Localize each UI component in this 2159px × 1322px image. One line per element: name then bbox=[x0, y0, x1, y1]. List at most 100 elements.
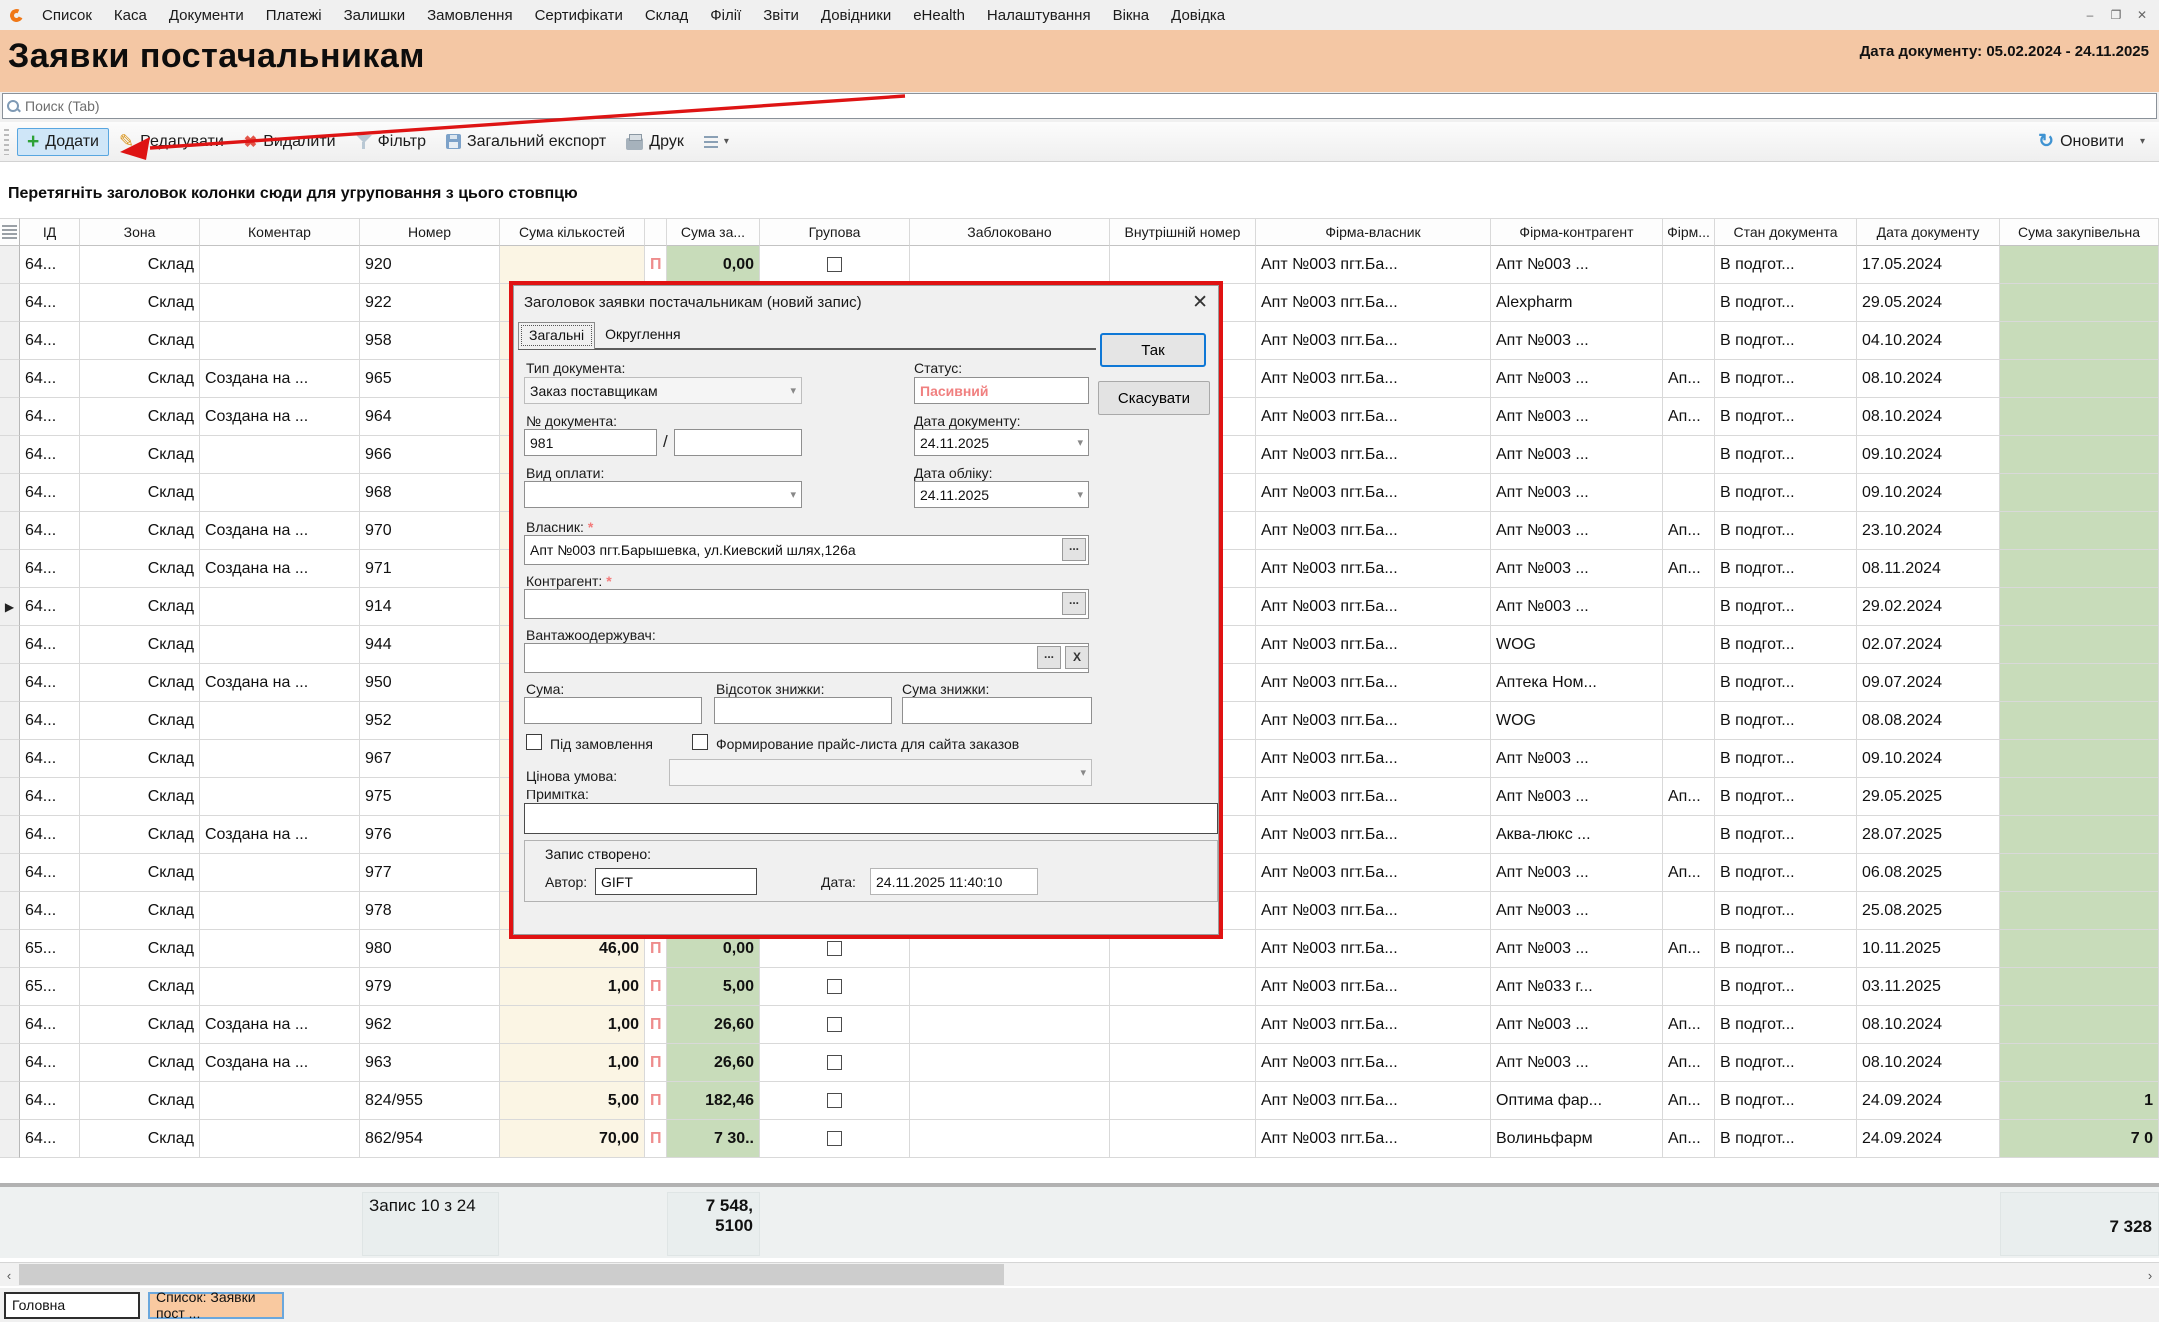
doc-number-suffix-input[interactable] bbox=[674, 429, 802, 456]
table-row[interactable]: ▶ 65... Склад 979 1,00 П 5,00 Апт №003 п… bbox=[0, 968, 2159, 1006]
sum-input[interactable] bbox=[524, 697, 702, 724]
table-row[interactable]: ▶ 64... Склад 920 П 0,00 Апт №003 пгт.Ба… bbox=[0, 246, 2159, 284]
cell-comment bbox=[200, 778, 360, 816]
column-header-sum[interactable]: Сума за... bbox=[667, 218, 760, 246]
under-order-checkbox[interactable] bbox=[526, 734, 542, 750]
discount-sum-input[interactable] bbox=[902, 697, 1092, 724]
cell-contragent-firm: Апт №003 ... bbox=[1491, 322, 1663, 360]
menu-item[interactable]: Філії bbox=[699, 7, 752, 24]
column-header-purchase-sum[interactable]: Сума закупівельна bbox=[2000, 218, 2159, 246]
account-date-dropdown[interactable]: 24.11.2025 bbox=[914, 481, 1089, 508]
tab-rounding[interactable]: Округлення bbox=[595, 322, 690, 349]
refresh-button[interactable]: ↻Оновити bbox=[2028, 125, 2134, 158]
search-box[interactable] bbox=[2, 93, 2157, 119]
group-checkbox[interactable] bbox=[827, 979, 842, 994]
columns-button[interactable]: ▾ bbox=[694, 131, 739, 153]
menu-item[interactable]: Довідка bbox=[1160, 7, 1236, 24]
horizontal-scrollbar[interactable]: ‹ › bbox=[0, 1262, 2159, 1286]
refresh-chevron-icon[interactable]: ▾ bbox=[2140, 136, 2145, 147]
table-row[interactable]: ▶ 64... Склад Создана на ... 962 1,00 П … bbox=[0, 1006, 2159, 1044]
discount-pct-input[interactable] bbox=[714, 697, 892, 724]
menu-item[interactable]: Довідники bbox=[810, 7, 902, 24]
select-all-gutter[interactable] bbox=[0, 218, 20, 246]
contragent-input[interactable] bbox=[524, 589, 1089, 619]
scrollbar-thumb[interactable] bbox=[19, 1264, 1004, 1285]
add-button[interactable]: +Додати bbox=[17, 128, 109, 156]
restore-icon[interactable]: ❐ bbox=[2105, 6, 2127, 24]
taskbar-home-button[interactable]: Головна bbox=[4, 1292, 140, 1319]
cell-contragent-firm: WOG bbox=[1491, 702, 1663, 740]
column-header-firm3[interactable]: Фірм... bbox=[1663, 218, 1715, 246]
group-checkbox[interactable] bbox=[827, 1055, 842, 1070]
edit-button[interactable]: ✎Редагувати bbox=[109, 126, 234, 157]
table-row[interactable]: ▶ 64... Склад Создана на ... 963 1,00 П … bbox=[0, 1044, 2159, 1082]
dialog-close-icon[interactable]: ✕ bbox=[1192, 291, 1208, 314]
menu-item[interactable]: Налаштування bbox=[976, 7, 1102, 24]
tab-general[interactable]: Загальні bbox=[518, 322, 595, 349]
group-checkbox[interactable] bbox=[827, 941, 842, 956]
menu-item[interactable]: eHealth bbox=[902, 7, 976, 24]
owner-browse-button[interactable]: ... bbox=[1062, 538, 1086, 561]
taskbar-active-tab[interactable]: Список: Заявки пост ... bbox=[148, 1292, 284, 1319]
column-header-number[interactable]: Номер bbox=[360, 218, 500, 246]
menu-item[interactable]: Звіти bbox=[752, 7, 810, 24]
price-list-checkbox[interactable] bbox=[692, 734, 708, 750]
menu-item[interactable]: Список bbox=[31, 7, 103, 24]
menu-item[interactable]: Сертифікати bbox=[524, 7, 634, 24]
menu-item[interactable]: Залишки bbox=[333, 7, 417, 24]
column-header-owner-firm[interactable]: Фірма-власник bbox=[1256, 218, 1491, 246]
export-button[interactable]: Загальний експорт bbox=[436, 128, 616, 156]
menu-item[interactable]: Замовлення bbox=[416, 7, 523, 24]
column-header-group[interactable]: Групова bbox=[760, 218, 910, 246]
column-header-blocked[interactable]: Заблоковано bbox=[910, 218, 1110, 246]
menu-item[interactable]: Вікна bbox=[1102, 7, 1161, 24]
cell-doc-state: В подгот... bbox=[1715, 512, 1857, 550]
cell-owner-firm: Апт №003 пгт.Ба... bbox=[1256, 246, 1491, 284]
close-icon[interactable]: ✕ bbox=[2131, 6, 2153, 24]
column-header-p[interactable] bbox=[645, 218, 667, 246]
group-by-panel[interactable]: Перетягніть заголовок колонки сюди для у… bbox=[0, 163, 2159, 218]
search-input[interactable] bbox=[25, 98, 2156, 114]
group-checkbox[interactable] bbox=[827, 257, 842, 272]
filter-button[interactable]: Фільтр bbox=[346, 128, 436, 156]
price-condition-combobox[interactable] bbox=[669, 759, 1092, 786]
minimize-icon[interactable]: – bbox=[2079, 6, 2101, 24]
doc-number-input[interactable]: 981 bbox=[524, 429, 657, 456]
column-header-doc-state[interactable]: Стан документа bbox=[1715, 218, 1857, 246]
payment-type-combobox[interactable] bbox=[524, 481, 802, 508]
author-input[interactable]: GIFT bbox=[595, 868, 757, 895]
table-row[interactable]: ▶ 64... Склад 862/954 70,00 П 7 30.. Апт… bbox=[0, 1120, 2159, 1158]
contragent-browse-button[interactable]: ... bbox=[1062, 592, 1086, 615]
doc-date-dropdown[interactable]: 24.11.2025 bbox=[914, 429, 1089, 456]
consignee-clear-button[interactable]: X bbox=[1065, 646, 1089, 669]
menu-item[interactable]: Склад bbox=[634, 7, 699, 24]
menu-item[interactable]: Каса bbox=[103, 7, 158, 24]
menu-item[interactable]: Платежі bbox=[255, 7, 333, 24]
consignee-input[interactable] bbox=[524, 643, 1089, 673]
column-header-qty-sum[interactable]: Сума кількостей bbox=[500, 218, 645, 246]
column-header-doc-date[interactable]: Дата документу bbox=[1857, 218, 2000, 246]
table-row[interactable]: ▶ 65... Склад 980 46,00 П 0,00 Апт №003 … bbox=[0, 930, 2159, 968]
table-row[interactable]: ▶ 64... Склад 824/955 5,00 П 182,46 Апт … bbox=[0, 1082, 2159, 1120]
toolbar: +Додати ✎Редагувати ✖Видалити Фільтр Заг… bbox=[0, 122, 2159, 162]
doc-type-combobox[interactable]: Заказ поставщикам bbox=[524, 377, 802, 404]
column-header-comment[interactable]: Коментар bbox=[200, 218, 360, 246]
consignee-browse-button[interactable]: ... bbox=[1037, 646, 1061, 669]
delete-button[interactable]: ✖Видалити bbox=[234, 127, 346, 157]
column-header-id[interactable]: ІД bbox=[20, 218, 80, 246]
doc-number-label: № документа: bbox=[526, 413, 617, 429]
print-button[interactable]: Друк bbox=[616, 128, 694, 156]
group-checkbox[interactable] bbox=[827, 1093, 842, 1108]
cell-zone: Склад bbox=[80, 588, 200, 626]
owner-input[interactable]: Апт №003 пгт.Барышевка, ул.Киевский шлях… bbox=[524, 535, 1089, 565]
column-header-contragent-firm[interactable]: Фірма-контрагент bbox=[1491, 218, 1663, 246]
note-input[interactable] bbox=[524, 803, 1218, 834]
scroll-right-icon[interactable]: › bbox=[2141, 1263, 2159, 1287]
scroll-left-icon[interactable]: ‹ bbox=[0, 1263, 18, 1287]
column-header-internal-number[interactable]: Внутрішній номер bbox=[1110, 218, 1256, 246]
group-checkbox[interactable] bbox=[827, 1017, 842, 1032]
group-checkbox[interactable] bbox=[827, 1131, 842, 1146]
menu-item[interactable]: Документи bbox=[158, 7, 255, 24]
consignee-label: Вантажоодержувач: bbox=[526, 627, 656, 643]
column-header-zone[interactable]: Зона bbox=[80, 218, 200, 246]
